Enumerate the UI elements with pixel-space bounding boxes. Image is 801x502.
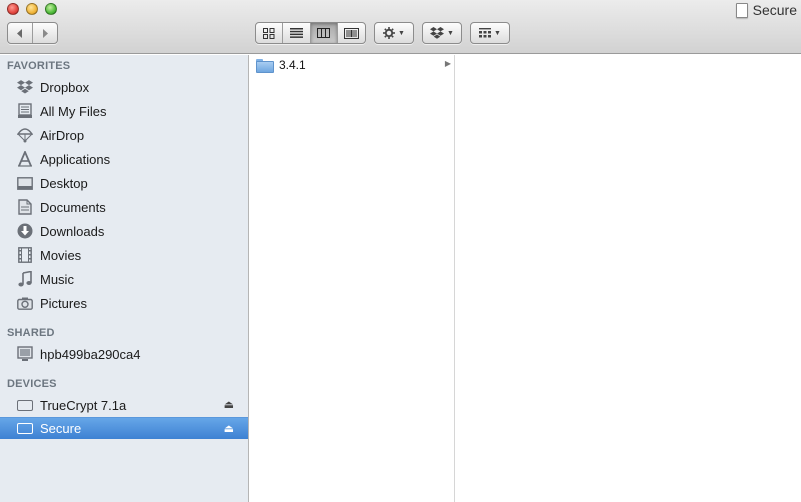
sidebar-item-label: Documents — [40, 199, 106, 215]
sidebar-item-downloads[interactable]: Downloads — [0, 220, 248, 242]
sidebar-item-label: All My Files — [40, 103, 107, 119]
movies-icon — [16, 246, 34, 264]
drive-icon — [16, 396, 34, 414]
zoom-window-button[interactable] — [45, 3, 57, 15]
sidebar-item-airdrop[interactable]: AirDrop — [0, 124, 248, 146]
sidebar-item-label: Dropbox — [40, 79, 90, 95]
sidebar-item-label: AirDrop — [40, 127, 85, 143]
sidebar-item-label: Pictures — [40, 295, 87, 311]
back-forward-control — [7, 22, 58, 44]
music-icon — [16, 270, 34, 288]
window-controls — [7, 3, 57, 15]
gear-icon — [383, 27, 396, 39]
sidebar-header-devices: DEVICES — [7, 378, 57, 390]
arrange-menu-button[interactable]: ▼ — [470, 22, 510, 44]
sidebar-item-label: Applications — [40, 151, 111, 167]
back-button[interactable] — [8, 23, 33, 43]
file-name: 3.4.1 — [279, 58, 306, 72]
sidebar-item-pictures[interactable]: Pictures — [0, 292, 248, 314]
documents-icon — [16, 198, 34, 216]
icon-view-button[interactable] — [256, 23, 284, 43]
sidebar-item-movies[interactable]: Movies — [0, 244, 248, 266]
browser-column-1: 3.4.1 ▶ — [250, 55, 455, 502]
downloads-icon — [16, 222, 34, 240]
sidebar-header-shared: SHARED — [7, 327, 55, 339]
applications-icon — [16, 150, 34, 168]
dropbox-menu-button[interactable]: ▼ — [422, 22, 462, 44]
sidebar-item-secure[interactable]: Secure ⏏ — [0, 417, 248, 439]
disclosure-arrow-icon: ▶ — [444, 59, 451, 68]
desktop-icon — [16, 174, 34, 192]
chevron-left-icon — [16, 28, 22, 38]
sidebar-item-label: Secure — [40, 421, 82, 436]
sidebar-item-shared-computer[interactable]: hpb499ba290ca4 — [0, 343, 248, 365]
minimize-window-button[interactable] — [26, 3, 38, 15]
sidebar-item-label: Desktop — [40, 175, 88, 191]
folder-icon — [256, 59, 274, 73]
sidebar-item-label: Downloads — [40, 223, 105, 239]
chevron-down-icon: ▼ — [494, 29, 501, 37]
pictures-icon — [16, 294, 34, 312]
sidebar-item-label: Music — [40, 271, 74, 287]
column-view-icon — [317, 28, 331, 38]
shared-computer-icon — [16, 345, 34, 363]
sidebar-item-applications[interactable]: Applications — [0, 148, 248, 170]
sidebar: FAVORITES Dropbox All My Files AirDrop A… — [0, 55, 249, 502]
chevron-down-icon: ▼ — [398, 29, 405, 37]
view-mode-control — [255, 22, 366, 44]
sidebar-item-dropbox[interactable]: Dropbox — [0, 76, 248, 98]
sidebar-item-desktop[interactable]: Desktop — [0, 172, 248, 194]
dropbox-icon — [430, 27, 445, 39]
browser-column-2 — [456, 55, 801, 502]
icon-view-icon — [263, 27, 275, 39]
coverflow-view-icon — [343, 27, 359, 39]
chevron-down-icon: ▼ — [447, 29, 454, 37]
sidebar-item-truecrypt[interactable]: TrueCrypt 7.1a ⏏ — [0, 394, 248, 416]
all-files-icon — [16, 102, 34, 120]
sidebar-item-label: Movies — [40, 247, 82, 263]
sidebar-item-label: TrueCrypt 7.1a — [40, 397, 127, 413]
column-view-button[interactable] — [310, 23, 338, 43]
action-menu-button[interactable]: ▼ — [374, 22, 414, 44]
drive-icon — [16, 420, 34, 438]
sidebar-header-favorites: FAVORITES — [7, 60, 71, 72]
close-window-button[interactable] — [7, 3, 19, 15]
chevron-right-icon — [42, 28, 48, 38]
document-icon — [735, 2, 748, 18]
forward-button[interactable] — [33, 23, 57, 43]
eject-icon[interactable]: ⏏ — [224, 422, 234, 435]
sidebar-item-all-my-files[interactable]: All My Files — [0, 100, 248, 122]
list-item[interactable]: 3.4.1 ▶ — [250, 56, 454, 74]
toolbar: Secure ▼ ▼ ▼ — [0, 0, 801, 54]
list-view-icon — [289, 28, 303, 38]
list-view-button[interactable] — [283, 23, 311, 43]
sidebar-item-music[interactable]: Music — [0, 268, 248, 290]
window-title: Secure — [752, 2, 797, 18]
sidebar-item-documents[interactable]: Documents — [0, 196, 248, 218]
airdrop-icon — [16, 126, 34, 144]
sidebar-item-label: hpb499ba290ca4 — [40, 346, 141, 362]
arrange-grid-icon — [479, 28, 492, 38]
dropbox-icon — [16, 78, 34, 96]
eject-icon[interactable]: ⏏ — [224, 398, 234, 411]
coverflow-view-button[interactable] — [338, 23, 365, 43]
window-title-area: Secure — [735, 2, 797, 18]
